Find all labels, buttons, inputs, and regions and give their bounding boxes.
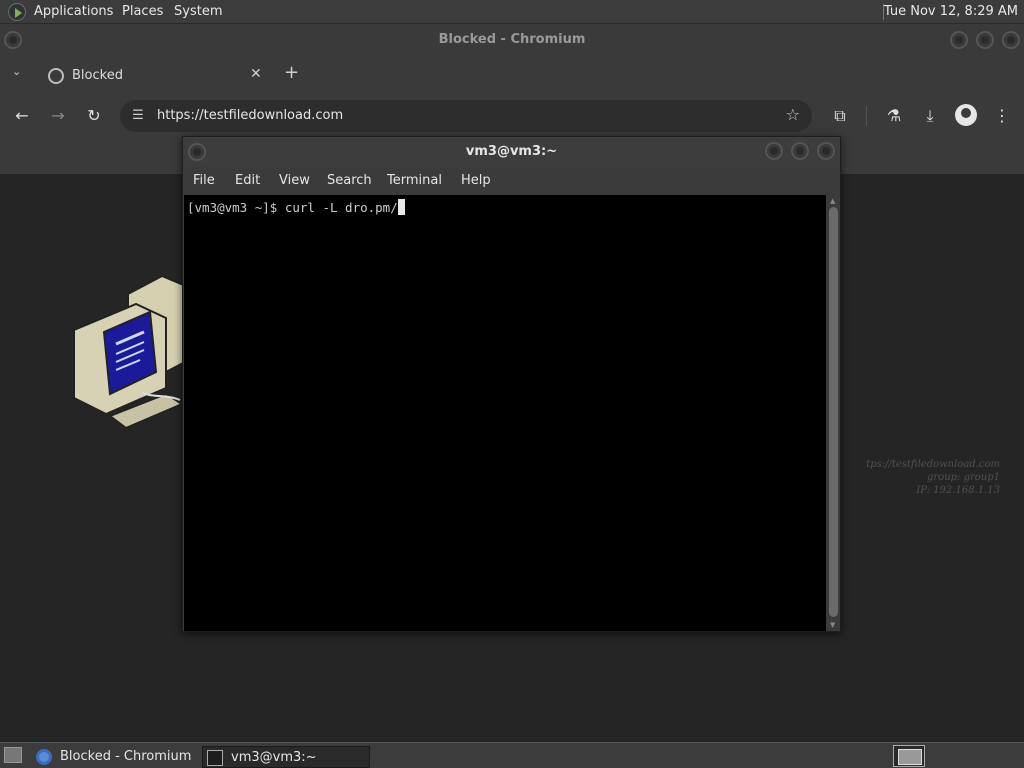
minimize-icon[interactable] bbox=[765, 142, 783, 160]
bottom-taskbar: Blocked - Chromium vm3@vm3:~ bbox=[0, 742, 1024, 768]
terminal-window: vm3@vm3:~ File Edit View Search Terminal… bbox=[182, 136, 841, 632]
terminal-output[interactable]: [vm3@vm3 ~]$ curl -L dro.pm/ bbox=[184, 195, 826, 631]
menu-edit[interactable]: Edit bbox=[235, 173, 260, 188]
tune-icon[interactable]: ☰ bbox=[128, 106, 148, 126]
tab-strip: ⌄ Blocked ✕ + bbox=[0, 56, 1024, 92]
client-info-watermark: tps://testfiledownload.com group: group1… bbox=[866, 458, 1000, 497]
tab-close-icon[interactable]: ✕ bbox=[250, 66, 262, 82]
scroll-up-icon[interactable]: ▲ bbox=[830, 197, 835, 205]
terminal-menubar: File Edit View Search Terminal Help bbox=[183, 167, 840, 195]
terminal-prompt-line: [vm3@vm3 ~]$ curl -L dro.pm/ bbox=[187, 199, 405, 215]
tab-title: Blocked bbox=[72, 68, 123, 83]
watermark-group: group: group1 bbox=[927, 472, 1000, 483]
minimize-icon[interactable] bbox=[950, 31, 968, 49]
globe-icon bbox=[48, 68, 64, 84]
terminal-icon bbox=[207, 750, 223, 766]
taskbar-item-chromium[interactable]: Blocked - Chromium bbox=[32, 746, 194, 768]
tab-search-chevron-icon[interactable]: ⌄ bbox=[12, 65, 21, 78]
toolbar-separator bbox=[866, 106, 867, 126]
scroll-down-icon[interactable]: ▼ bbox=[830, 621, 835, 629]
reload-icon[interactable]: ↻ bbox=[82, 104, 106, 128]
scrollbar-thumb[interactable] bbox=[829, 207, 838, 617]
chromium-window-title: Blocked - Chromium bbox=[438, 32, 586, 47]
system-menu[interactable]: System bbox=[174, 4, 222, 19]
watermark-ip: IP: 192.168.1.13 bbox=[916, 485, 1000, 496]
menu-help[interactable]: Help bbox=[461, 173, 491, 188]
maximize-icon[interactable] bbox=[976, 31, 994, 49]
back-arrow-icon[interactable]: ← bbox=[10, 104, 34, 128]
text-cursor bbox=[397, 199, 405, 215]
taskbar-item-label: Blocked - Chromium bbox=[60, 749, 192, 764]
terminal-window-title: vm3@vm3:~ bbox=[465, 144, 558, 159]
star-icon[interactable]: ☆ bbox=[786, 105, 800, 124]
distro-logo-icon[interactable] bbox=[8, 3, 26, 21]
prompt-text: [vm3@vm3 ~]$ curl -L dro.pm/ bbox=[187, 200, 398, 215]
terminal-scrollbar[interactable]: ▲ ▼ bbox=[827, 195, 840, 631]
close-icon[interactable] bbox=[1002, 31, 1020, 49]
computer-illustration-icon bbox=[73, 274, 200, 430]
close-icon[interactable] bbox=[817, 142, 835, 160]
maximize-icon[interactable] bbox=[791, 142, 809, 160]
url-text[interactable]: https://testfiledownload.com bbox=[157, 108, 343, 123]
workspace-switcher[interactable] bbox=[893, 745, 925, 767]
menu-file[interactable]: File bbox=[193, 173, 215, 188]
download-icon[interactable]: ⤓ bbox=[918, 104, 942, 128]
browser-toolbar: ← → ↻ ☰ https://testfiledownload.com ☆ ⧉… bbox=[0, 92, 1024, 140]
puzzle-icon[interactable]: ⧉ bbox=[828, 104, 852, 128]
address-bar[interactable]: ☰ https://testfiledownload.com ☆ bbox=[120, 100, 812, 132]
kebab-menu-icon[interactable]: ⋮ bbox=[990, 104, 1014, 128]
menu-terminal[interactable]: Terminal bbox=[387, 173, 442, 188]
avatar-icon[interactable] bbox=[955, 104, 977, 126]
menu-view[interactable]: View bbox=[279, 173, 310, 188]
menu-search[interactable]: Search bbox=[327, 173, 372, 188]
new-tab-icon[interactable]: + bbox=[284, 62, 299, 83]
chromium-titlebar[interactable]: Blocked - Chromium bbox=[0, 24, 1024, 56]
chromium-icon bbox=[36, 749, 52, 765]
flask-icon[interactable]: ⚗ bbox=[882, 104, 906, 128]
watermark-url: tps://testfiledownload.com bbox=[866, 459, 1000, 470]
terminal-titlebar[interactable]: vm3@vm3:~ bbox=[183, 137, 840, 167]
clock[interactable]: Tue Nov 12, 8:29 AM bbox=[884, 4, 1018, 19]
applications-menu[interactable]: Applications bbox=[34, 4, 113, 19]
taskbar-item-terminal[interactable]: vm3@vm3:~ bbox=[202, 746, 370, 768]
places-menu[interactable]: Places bbox=[122, 4, 163, 19]
forward-arrow-icon[interactable]: → bbox=[46, 104, 70, 128]
show-desktop-icon[interactable] bbox=[4, 747, 22, 763]
top-panel: Applications Places System Tue Nov 12, 8… bbox=[0, 0, 1024, 24]
tab-blocked[interactable]: Blocked ✕ bbox=[36, 60, 272, 92]
taskbar-item-label: vm3@vm3:~ bbox=[231, 750, 317, 765]
